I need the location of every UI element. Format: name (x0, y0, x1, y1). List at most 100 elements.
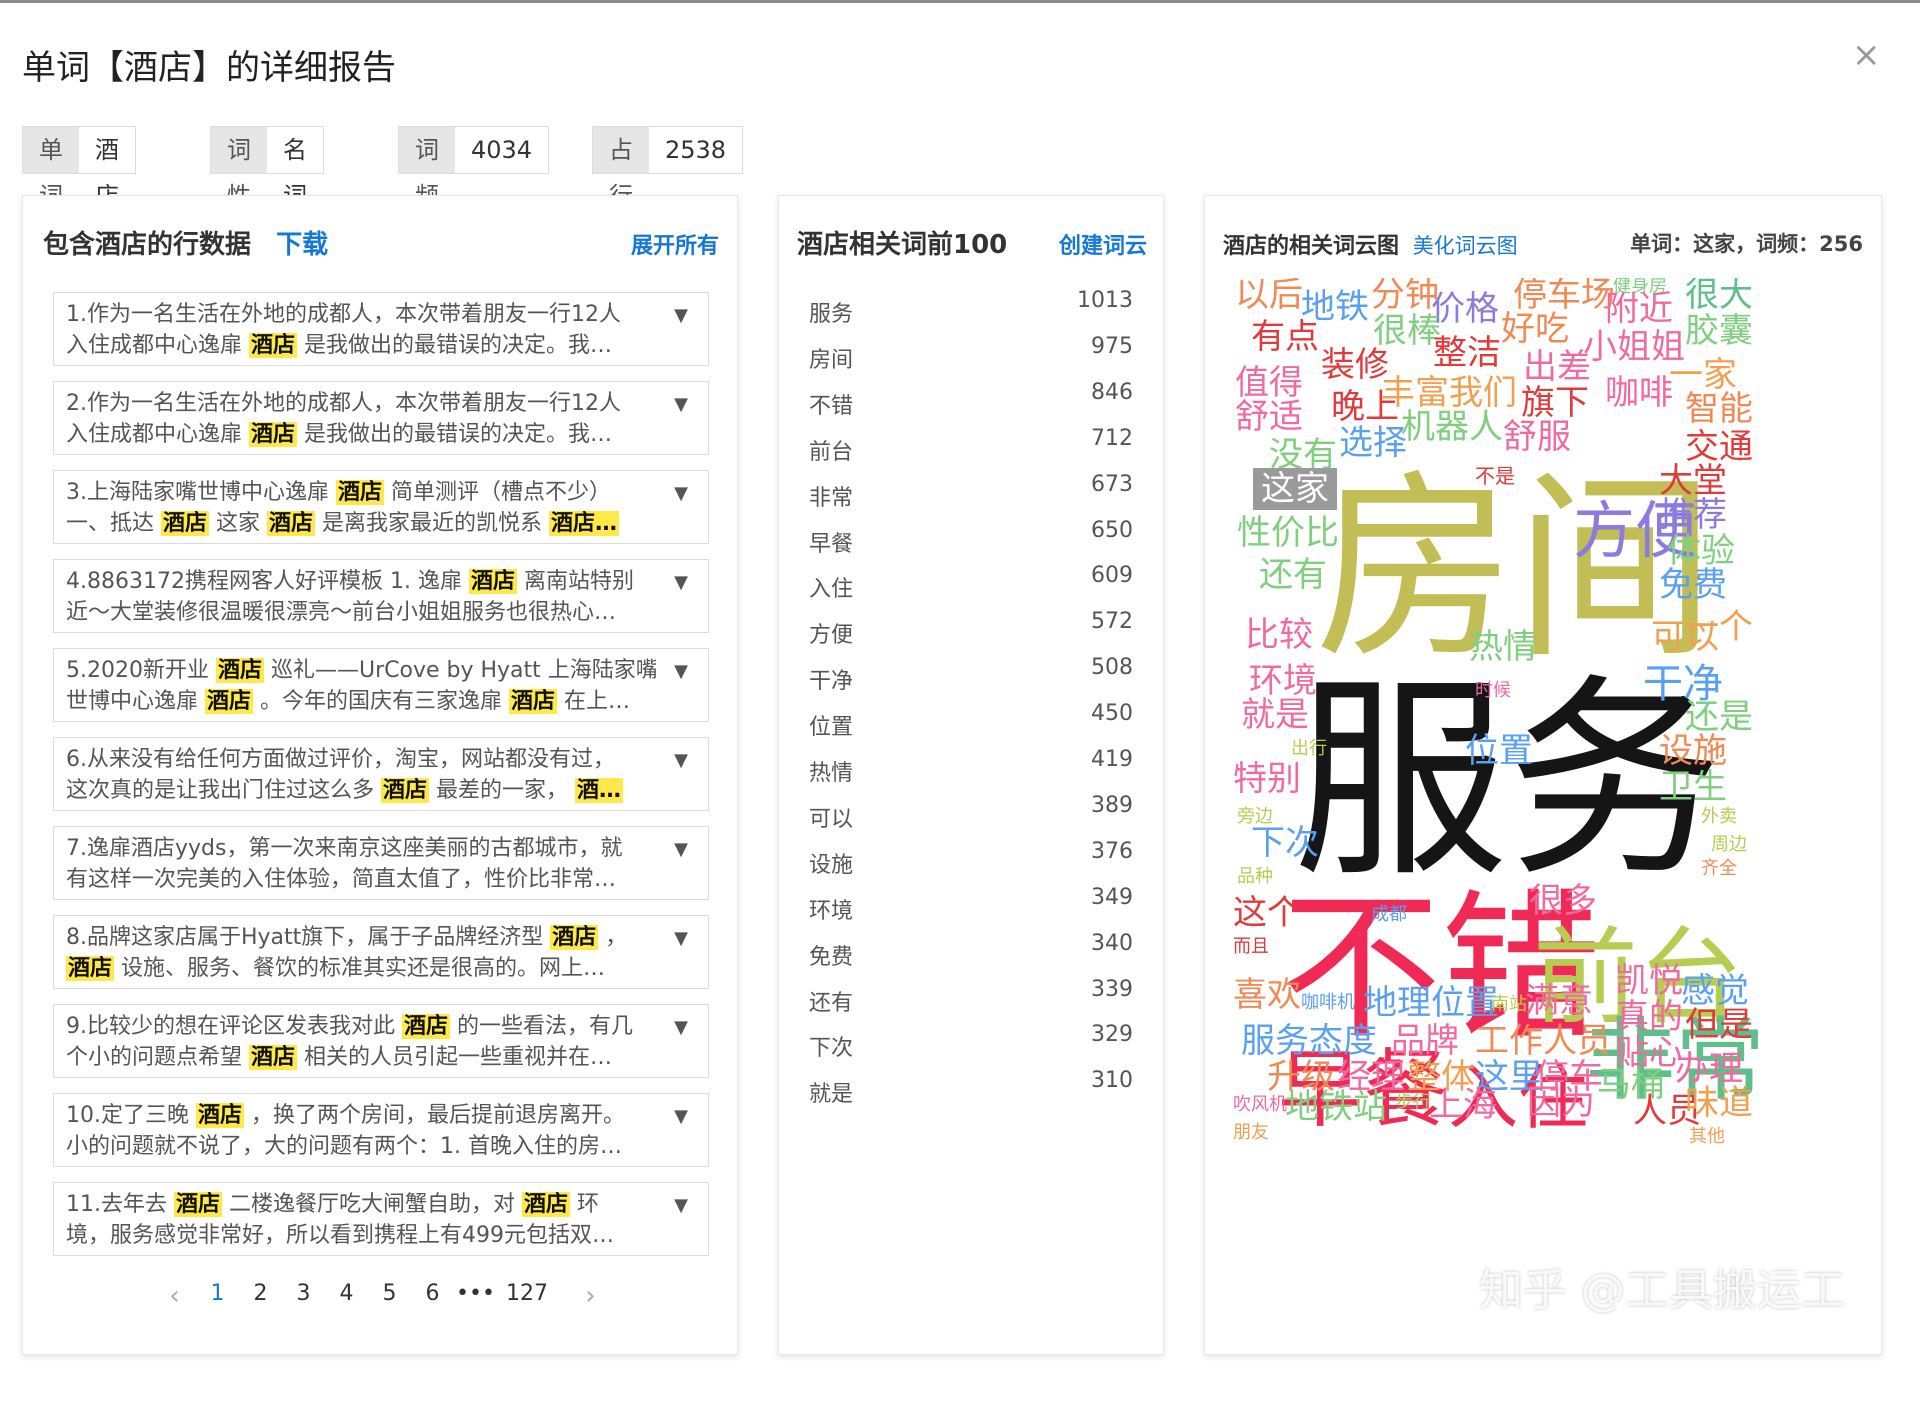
word-cloud-word[interactable]: 喜欢 (1233, 978, 1301, 1012)
line-row[interactable]: 9.比较少的想在评论区发表我对此 酒店 的一些看法，有几 个小的问题点希望 酒店 … (53, 1004, 709, 1078)
word-cloud-word[interactable]: 特别 (1233, 762, 1301, 796)
page-button[interactable]: 1 (196, 1281, 239, 1311)
word-cloud-word[interactable]: 体验 (1667, 534, 1735, 568)
chevron-down-icon[interactable]: ▼ (674, 483, 688, 504)
word-cloud-word[interactable]: 选择 (1339, 426, 1407, 460)
chevron-down-icon[interactable]: ▼ (674, 928, 688, 949)
download-link[interactable]: 下载 (276, 230, 328, 260)
word-cloud-word[interactable]: 胶囊 (1685, 314, 1753, 348)
word-cloud-word[interactable]: 舒适 (1235, 400, 1303, 434)
page-button[interactable]: 127 (497, 1281, 557, 1311)
chevron-down-icon[interactable]: ▼ (674, 1195, 688, 1216)
word-cloud-word[interactable]: 而且 (1233, 938, 1269, 956)
line-row[interactable]: 1.作为一名生活在外地的成都人，本次带着朋友一行12人 入住成都中心逸扉 酒店 是… (53, 292, 709, 366)
page-button[interactable]: 6 (411, 1281, 454, 1311)
line-row[interactable]: 7.逸扉酒店yyds，第一次来南京这座美丽的古都城市，就 有这样一次完美的入住体验… (53, 826, 709, 900)
word-cloud-word[interactable]: 一家 (1669, 358, 1737, 392)
word-cloud-word[interactable]: 上海 (1429, 1088, 1497, 1122)
word-cloud-word[interactable]: 交通 (1685, 430, 1753, 464)
word-cloud-word[interactable]: 感觉 (1681, 974, 1749, 1008)
line-row[interactable]: 5.2020新开业 酒店 巡礼——UrCove by Hyatt 上海陆家嘴 世博… (53, 648, 709, 722)
word-cloud-word[interactable]: 好吃 (1501, 312, 1569, 346)
word-cloud-word[interactable]: 值得 (1235, 366, 1303, 400)
word-cloud-word[interactable]: 停车场 (1513, 278, 1615, 312)
word-cloud-word[interactable]: 服务态度 (1241, 1024, 1377, 1058)
word-cloud-word[interactable]: 品牌 (1391, 1024, 1459, 1058)
word-cloud-word[interactable]: 外卖 (1701, 808, 1737, 826)
line-row[interactable]: 8.品牌这家店属于Hyatt旗下，属于子品牌经济型 酒店 ，酒店 设施、服务、餐… (53, 915, 709, 989)
next-page-icon[interactable]: › (569, 1281, 612, 1311)
chevron-down-icon[interactable]: ▼ (674, 1106, 688, 1127)
word-cloud-word[interactable]: 装修 (1321, 348, 1389, 382)
line-row[interactable]: 4.8863172携程网客人好评模板 1. 逸扉 酒店 离南站特别 近～大堂装修很… (53, 559, 709, 633)
word-cloud-word[interactable]: 味道 (1685, 1086, 1753, 1120)
word-cloud-word[interactable]: 工作人员 (1475, 1024, 1611, 1058)
create-cloud-link[interactable]: 创建词云 (1059, 228, 1147, 260)
word-cloud-word[interactable]: 整洁 (1433, 336, 1501, 370)
word-cloud-word[interactable]: 比较 (1245, 618, 1313, 652)
word-cloud-word[interactable]: 热情 (1469, 630, 1537, 664)
line-row[interactable]: 6.从来没有给任何方面做过评价，淘宝，网站都没有过， 这次真的是让我出门住过这么多… (53, 737, 709, 811)
word-cloud[interactable]: 房间 服务 不错 前台 早餐 入住 非常 方便 以后 地铁 分钟 价格 停车场 健身房 很大 有点 很棒 好吃 附近… (1223, 278, 1863, 1342)
word-cloud-word[interactable]: 附近 (1605, 292, 1673, 326)
word-cloud-word[interactable]: 价格 (1431, 292, 1499, 326)
word-cloud-word[interactable]: 机器人 (1401, 410, 1503, 444)
page-ellipsis[interactable]: ••• (454, 1281, 497, 1311)
word-cloud-word[interactable]: 就是 (1241, 698, 1309, 732)
beautify-cloud-link[interactable]: 美化词云图 (1413, 234, 1518, 258)
page-button[interactable]: 5 (368, 1281, 411, 1311)
word-cloud-word[interactable]: 旗下 (1521, 386, 1589, 420)
word-cloud-word[interactable]: 周边 (1711, 836, 1747, 854)
word-cloud-word[interactable]: 推荐 (1659, 498, 1727, 532)
word-cloud-word[interactable]: 以后 (1235, 278, 1303, 312)
word-cloud-word[interactable]: 因为 (1527, 1086, 1595, 1120)
chevron-down-icon[interactable]: ▼ (674, 394, 688, 415)
close-icon[interactable]: × (1852, 38, 1881, 72)
word-cloud-word[interactable]: 卫生 (1659, 770, 1727, 804)
page-button[interactable]: 3 (282, 1281, 325, 1311)
word-cloud-word[interactable]: 有点 (1251, 320, 1319, 354)
prev-page-icon[interactable]: ‹ (153, 1281, 196, 1311)
word-cloud-word[interactable]: 下次 (1251, 826, 1319, 860)
line-row[interactable]: 2.作为一名生活在外地的成都人，本次带着朋友一行12人 入住成都中心逸扉 酒店 是… (53, 381, 709, 455)
word-cloud-word[interactable]: 时候 (1475, 682, 1511, 700)
word-cloud-word[interactable]: 真的 (1615, 1000, 1683, 1034)
chevron-down-icon[interactable]: ▼ (674, 1017, 688, 1038)
word-cloud-word[interactable]: 位置 (1465, 734, 1533, 768)
word-cloud-word[interactable]: 品种 (1237, 868, 1273, 886)
word-cloud-word[interactable]: 但是 (1685, 1008, 1753, 1042)
word-cloud-word[interactable]: 我们 (1449, 376, 1517, 410)
line-row[interactable]: 3.上海陆家嘴世博中心逸扉 酒店 简单测评（槽点不少） 一、抵达 酒店 这家 酒店… (53, 470, 709, 544)
word-cloud-word[interactable]: 不是 (1475, 466, 1515, 486)
word-cloud-word[interactable]: 这个 (1233, 896, 1301, 930)
word-cloud-word[interactable]: 可以 (1651, 620, 1719, 654)
word-cloud-word[interactable]: 咖啡机 (1301, 994, 1355, 1012)
chevron-down-icon[interactable]: ▼ (674, 839, 688, 860)
line-row[interactable]: 11.去年去 酒店 二楼逸餐厅吃大闸蟹自助，对 酒店 环境，服务感觉非常好，所以… (53, 1182, 709, 1256)
word-cloud-word[interactable]: 舒服 (1503, 420, 1571, 454)
word-cloud-word[interactable]: 智能 (1685, 392, 1753, 426)
page-button[interactable]: 4 (325, 1281, 368, 1311)
word-cloud-word[interactable]: 晚上 (1331, 390, 1399, 424)
word-cloud-word[interactable]: 没有 (1269, 438, 1337, 472)
word-cloud-word[interactable]: 南站 (1491, 996, 1527, 1014)
word-cloud-word[interactable]: 还有 (1259, 558, 1327, 592)
chevron-down-icon[interactable]: ▼ (674, 750, 688, 771)
word-cloud-word[interactable]: 大堂 (1659, 464, 1727, 498)
word-cloud-word[interactable]: 很大 (1685, 278, 1753, 312)
word-cloud-word[interactable]: 成都 (1371, 906, 1407, 924)
word-cloud-word[interactable]: 很棒 (1373, 314, 1441, 348)
chevron-down-icon[interactable]: ▼ (674, 572, 688, 593)
word-cloud-word[interactable]: 齐全 (1701, 860, 1737, 878)
word-cloud-hovered-word[interactable]: 这家 (1253, 468, 1337, 510)
chevron-down-icon[interactable]: ▼ (674, 661, 688, 682)
word-cloud-word[interactable]: 咖啡 (1605, 376, 1673, 410)
word-cloud-word[interactable]: 出差 (1523, 350, 1591, 384)
word-cloud-word[interactable]: 地铁站 (1285, 1090, 1387, 1124)
chevron-down-icon[interactable]: ▼ (674, 305, 688, 326)
word-cloud-word[interactable]: 环境 (1249, 664, 1317, 698)
word-cloud-word[interactable]: 办理 (1675, 1052, 1743, 1086)
word-cloud-word[interactable]: 朋友 (1233, 1124, 1269, 1142)
word-cloud-word[interactable]: 免费 (1659, 568, 1727, 602)
word-cloud-word[interactable]: 其他 (1689, 1128, 1725, 1146)
